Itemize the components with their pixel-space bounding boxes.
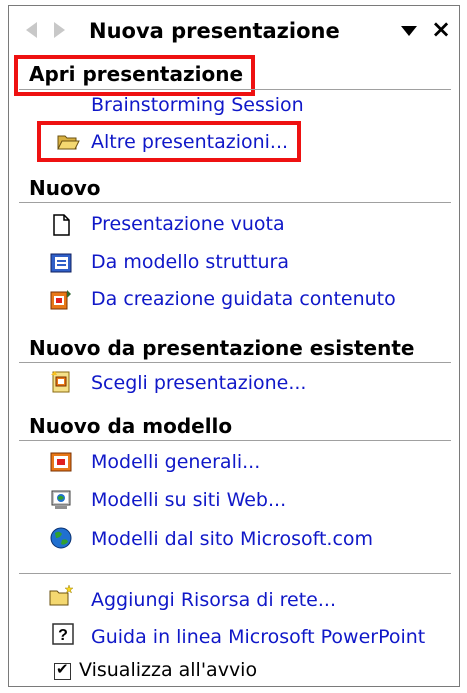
section-heading-existing: Nuovo da presentazione esistente xyxy=(29,336,415,360)
section-divider xyxy=(19,89,451,90)
back-arrow-icon[interactable] xyxy=(26,22,37,38)
section-divider xyxy=(19,362,451,363)
globe-icon[interactable] xyxy=(49,526,73,550)
design-template-link[interactable]: Da modello struttura xyxy=(91,251,289,273)
choose-presentation-icon[interactable] xyxy=(49,370,73,394)
show-at-startup-checkbox[interactable]: ✔ xyxy=(54,660,71,680)
checkmark-icon: ✔ xyxy=(56,660,69,678)
blank-document-icon[interactable] xyxy=(49,213,73,237)
autocontent-wizard-icon[interactable] xyxy=(49,288,73,312)
svg-text:?: ? xyxy=(58,627,68,644)
highlight-box-link xyxy=(37,121,301,162)
close-icon[interactable]: × xyxy=(429,16,453,42)
web-templates-icon[interactable] xyxy=(49,488,73,512)
network-folder-icon[interactable] xyxy=(49,584,73,608)
general-templates-icon[interactable] xyxy=(49,450,73,474)
dropdown-triangle-icon[interactable] xyxy=(401,26,417,36)
blank-presentation-link[interactable]: Presentazione vuota xyxy=(91,213,285,235)
add-network-place-link[interactable]: Aggiungi Risorsa di rete... xyxy=(91,589,336,611)
task-pane-header: Nuova presentazione × xyxy=(9,6,459,54)
microsoft-templates-link[interactable]: Modelli dal sito Microsoft.com xyxy=(91,528,373,550)
powerpoint-help-link[interactable]: Guida in linea Microsoft PowerPoint xyxy=(91,626,425,648)
help-icon[interactable]: ? xyxy=(51,622,75,646)
task-pane: Nuova presentazione × Apri presentazione… xyxy=(8,5,460,687)
recent-file-link[interactable]: Brainstorming Session xyxy=(91,94,304,116)
section-divider xyxy=(19,573,451,574)
choose-presentation-link[interactable]: Scegli presentazione... xyxy=(91,372,306,394)
section-divider xyxy=(19,202,451,203)
forward-arrow-icon[interactable] xyxy=(54,22,65,38)
autocontent-wizard-link[interactable]: Da creazione guidata contenuto xyxy=(91,288,396,310)
design-template-icon[interactable] xyxy=(49,251,73,275)
section-divider xyxy=(19,440,451,441)
task-pane-title[interactable]: Nuova presentazione xyxy=(89,19,340,43)
show-at-startup-label[interactable]: Visualizza all'avvio xyxy=(79,659,257,681)
web-templates-link[interactable]: Modelli su siti Web... xyxy=(91,489,286,511)
general-templates-link[interactable]: Modelli generali... xyxy=(91,451,260,473)
section-heading-template: Nuovo da modello xyxy=(29,414,233,438)
section-heading-new: Nuovo xyxy=(29,176,101,200)
